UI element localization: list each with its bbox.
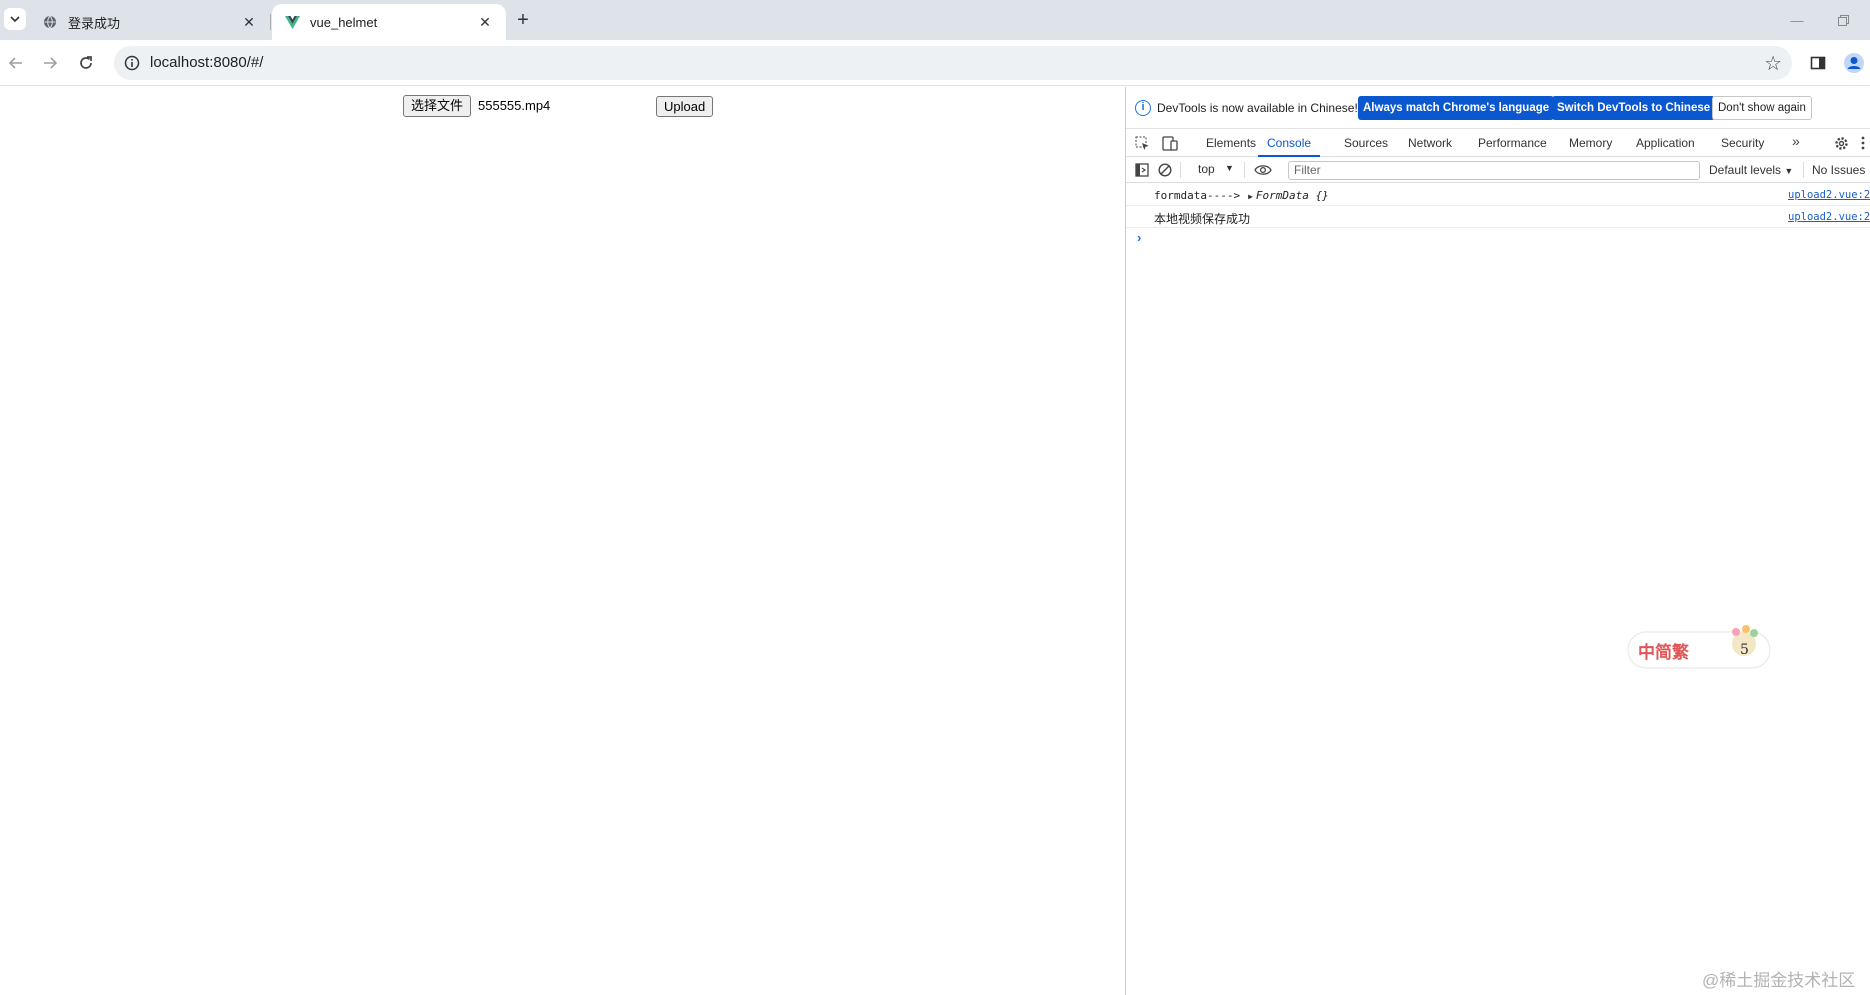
switch-to-chinese-button[interactable]: Switch DevTools to Chinese [1552,96,1716,120]
dropdown-arrow-icon: ▼ [1784,166,1794,176]
ime-status-sticker[interactable]: 中简繁 5 [1626,620,1772,672]
log-levels-dropdown[interactable]: Default levels ▼ [1709,163,1793,177]
choose-file-button[interactable]: 选择文件 [403,95,472,117]
page-viewport: 选择文件 555555.mp4 Upload [0,87,1125,995]
side-panel-button[interactable] [1806,51,1830,75]
tab-console[interactable]: Console [1258,129,1321,157]
tab-application[interactable]: Application [1636,129,1695,157]
issues-counter[interactable]: No Issues [1812,163,1865,177]
profile-avatar-icon [1844,53,1864,73]
log-source-link[interactable]: upload2.vue:2 [1788,189,1870,201]
bookmark-star-icon[interactable]: ☆ [1764,51,1782,76]
devtools-language-infobar: i DevTools is now available in Chinese! … [1126,87,1870,129]
tab-sources[interactable]: Sources [1344,129,1388,157]
toolbar-separator [1244,162,1245,178]
dropdown-arrow-icon: ▼ [1225,163,1234,173]
console-output: formdata----> ▶ FormData {} upload2.vue:2 … [1126,184,1870,995]
devtools-tab-bar: Elements Console Sources Network Perform… [1126,129,1870,157]
tab-vue-helmet[interactable]: vue_helmet ✕ [272,4,506,40]
tab-performance[interactable]: Performance [1478,129,1547,157]
side-panel-icon [1810,56,1826,70]
tab-elements[interactable]: Elements [1206,129,1256,157]
device-toolbar-icon[interactable] [1161,134,1179,152]
info-icon: i [1135,100,1151,116]
back-button[interactable] [4,51,28,75]
arrow-left-icon [8,57,22,69]
tab-network[interactable]: Network [1408,129,1452,157]
log-label: formdata----> [1154,189,1241,202]
tab-strip: 登录成功 ✕ vue_helmet ✕ + — [0,0,1870,40]
infobar-text: DevTools is now available in Chinese! [1157,101,1358,115]
console-filter-input[interactable]: Filter [1288,161,1700,180]
console-prompt-chevron-icon[interactable]: › [1137,230,1141,245]
console-log-row: formdata----> ▶ FormData {} upload2.vue:2 [1126,184,1870,206]
globe-icon [42,14,58,30]
close-tab-icon[interactable]: ✕ [476,13,494,31]
vue-logo-icon [284,14,300,30]
new-tab-button[interactable]: + [512,9,534,31]
tab-title: 登录成功 [68,15,121,31]
expand-triangle-icon[interactable]: ▶ [1248,192,1253,201]
console-toolbar: top ▼ Filter Default levels ▼ No Issues [1126,157,1870,183]
dont-show-again-button[interactable]: Don't show again [1712,96,1812,120]
forward-button[interactable] [38,51,62,75]
upload-button[interactable]: Upload [656,96,714,117]
reload-icon [80,56,92,69]
toolbar-separator [1180,162,1181,178]
settings-gear-icon[interactable] [1832,134,1850,152]
kebab-menu-icon[interactable] [1854,134,1870,152]
watermark-text: @稀土掘金技术社区 [1702,971,1856,990]
url-text: localhost:8080/#/ [150,54,264,71]
tab-title: vue_helmet [310,14,378,30]
live-expression-eye-icon[interactable] [1254,161,1272,179]
log-object[interactable]: FormData {} [1256,189,1329,202]
more-tabs-icon[interactable]: » [1792,133,1800,149]
sticker-number: 5 [1740,642,1749,658]
browser-toolbar: localhost:8080/#/ ☆ [0,40,1870,86]
log-message: formdata----> ▶ FormData {} [1154,189,1329,202]
log-message: 本地视频保存成功 [1154,212,1251,226]
reload-button[interactable] [74,51,98,75]
restore-icon[interactable] [1828,8,1858,32]
console-log-row: 本地视频保存成功 upload2.vue:2 [1126,206,1870,228]
always-match-language-button[interactable]: Always match Chrome's language [1358,96,1555,120]
toolbar-separator [1803,162,1804,178]
log-source-link[interactable]: upload2.vue:2 [1788,211,1870,223]
tab-search-button[interactable] [4,8,26,30]
sidebar-toggle-icon[interactable] [1133,161,1151,179]
sticker-text: 中简繁 [1638,642,1690,663]
address-bar[interactable]: localhost:8080/#/ ☆ [114,46,1792,80]
tab-login-success[interactable]: 登录成功 ✕ [30,4,270,40]
chevron-down-icon [10,16,20,23]
log-levels-label: Default levels [1709,163,1782,177]
site-info-icon[interactable] [122,53,142,73]
inspect-element-icon[interactable] [1133,134,1151,152]
close-tab-icon[interactable]: ✕ [240,13,258,31]
clear-console-icon[interactable] [1156,161,1174,179]
tab-security[interactable]: Security [1721,129,1764,157]
tab-separator [270,14,271,30]
profile-button[interactable] [1842,51,1866,75]
devtools-panel: i DevTools is now available in Chinese! … [1125,87,1870,995]
context-selector[interactable]: top [1198,162,1215,176]
minimize-icon[interactable]: — [1782,8,1812,32]
tab-memory[interactable]: Memory [1569,129,1612,157]
selected-file-name: 555555.mp4 [478,98,551,113]
arrow-right-icon [44,57,58,69]
